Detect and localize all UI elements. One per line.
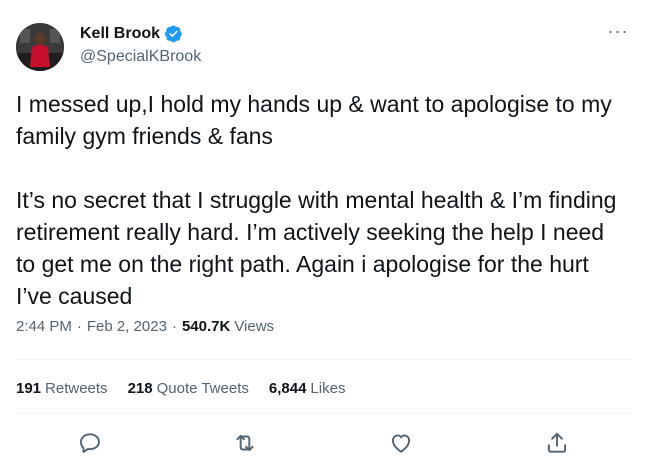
retweets-label: Retweets xyxy=(45,380,108,397)
likes-stat[interactable]: 6,844 Likes xyxy=(269,380,346,397)
verified-badge-icon xyxy=(164,24,183,43)
likes-count: 6,844 xyxy=(268,380,307,397)
tweet-meta: 2:44 PM · Feb 2, 2023 · 540.7K Views xyxy=(16,318,274,335)
quote-tweets-count: 218 xyxy=(127,380,153,397)
retweet-icon[interactable] xyxy=(232,430,258,456)
author-handle[interactable]: @SpecialKBrook xyxy=(80,48,201,66)
engagement-stats: 191 Retweets 218 Quote Tweets 6,844 Likes xyxy=(16,380,365,397)
author-name-row: Kell Brook xyxy=(80,24,183,43)
retweets-stat[interactable]: 191 Retweets xyxy=(16,380,108,397)
views-count: 540.7K xyxy=(181,318,231,335)
share-icon[interactable] xyxy=(544,430,570,456)
divider xyxy=(16,413,632,414)
action-bar xyxy=(0,427,648,459)
views-label: Views xyxy=(234,318,275,335)
retweets-count: 191 xyxy=(16,380,42,397)
tweet-paragraph: It’s no secret that I struggle with ment… xyxy=(16,187,617,309)
quote-tweets-stat[interactable]: 218 Quote Tweets xyxy=(128,380,249,397)
avatar[interactable] xyxy=(16,23,64,71)
more-icon[interactable]: ··· xyxy=(606,22,630,42)
tweet-paragraph: I messed up,I hold my hands up & want to… xyxy=(16,91,612,149)
author-display-name[interactable]: Kell Brook xyxy=(80,25,160,43)
avatar-image xyxy=(16,23,64,71)
reply-icon[interactable] xyxy=(77,430,103,456)
tweet-card: Kell Brook @SpecialKBrook ··· I messed u… xyxy=(0,0,648,476)
tweet-date[interactable]: Feb 2, 2023 xyxy=(87,318,167,335)
like-icon[interactable] xyxy=(388,430,414,456)
divider xyxy=(16,359,632,360)
meta-separator: · xyxy=(76,318,82,335)
meta-separator: · xyxy=(171,318,177,335)
quote-tweets-label: Quote Tweets xyxy=(156,380,249,397)
likes-label: Likes xyxy=(310,380,346,397)
tweet-time[interactable]: 2:44 PM xyxy=(16,318,72,335)
tweet-text: I messed up,I hold my hands up & want to… xyxy=(16,88,628,312)
